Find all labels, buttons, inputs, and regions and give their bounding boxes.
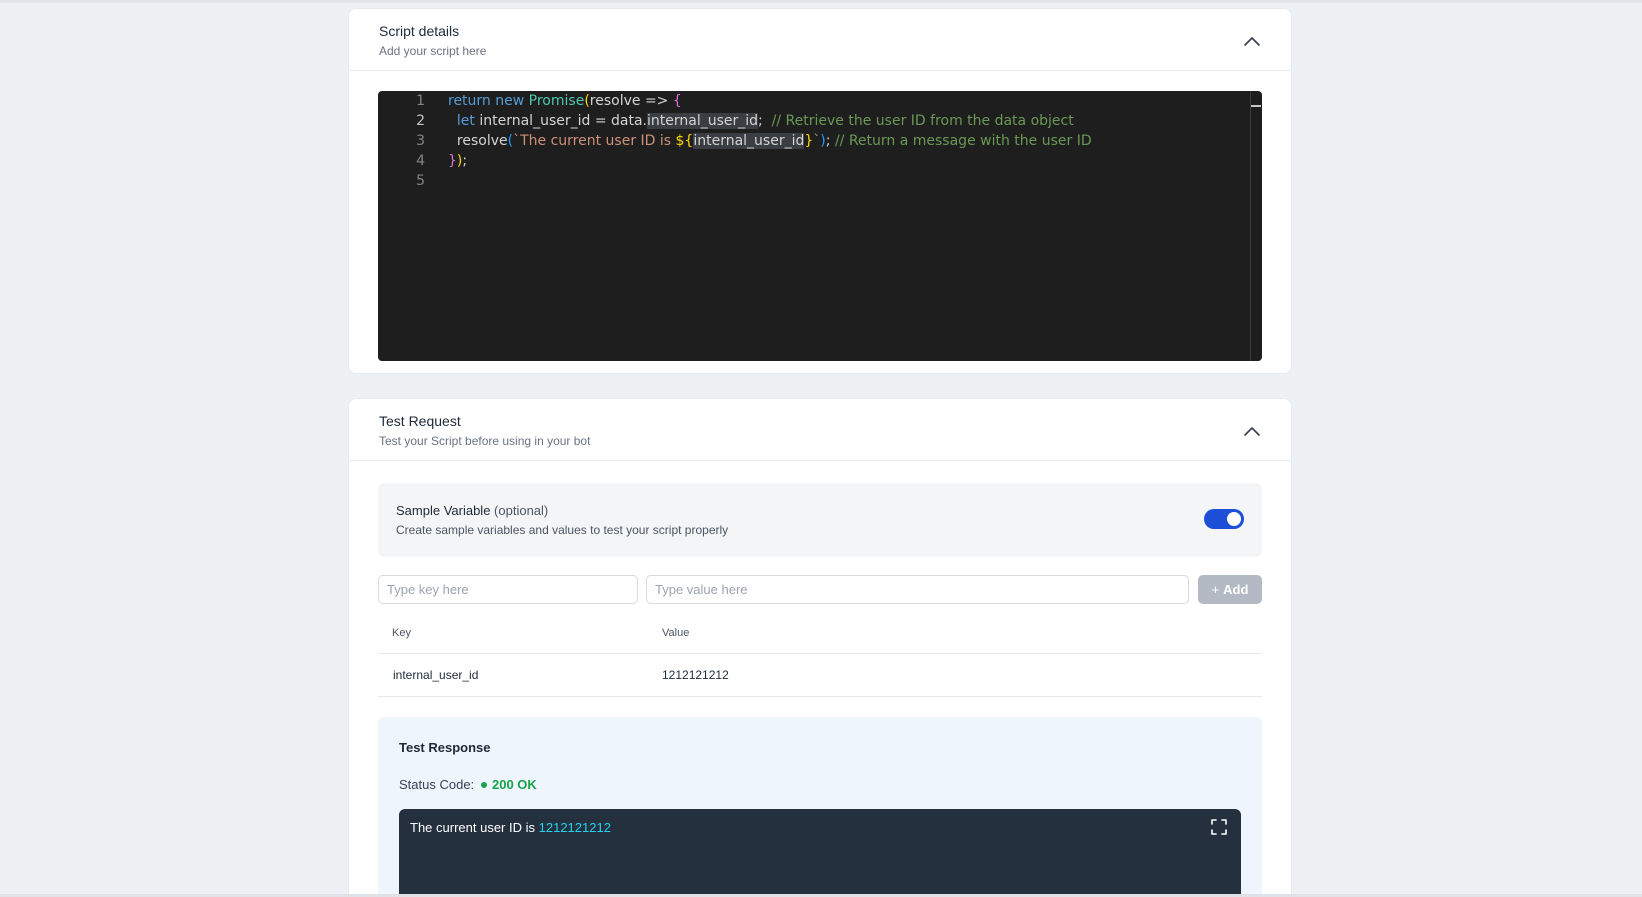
code-brace: {: [672, 93, 682, 109]
expand-icon[interactable]: [1211, 819, 1227, 835]
response-value: 1212121212: [538, 820, 611, 835]
script-details-title: Script details: [379, 23, 460, 39]
line-number: 2: [416, 113, 425, 129]
code-template-open: ${: [675, 133, 694, 149]
value-input[interactable]: [646, 575, 1189, 604]
code-highlight: internal_user_id: [693, 133, 805, 149]
code-line: resolve(`The current user ID is ${intern…: [448, 131, 1092, 151]
response-message: The current user ID is: [410, 820, 535, 835]
code-text: resolve: [456, 133, 508, 149]
code-keyword: return new: [448, 93, 525, 109]
response-output: The current user ID is 1212121212: [399, 809, 1241, 897]
script-details-subtitle: Add your script here: [379, 44, 487, 58]
add-variable-button[interactable]: + Add: [1198, 575, 1262, 604]
top-divider: [0, 0, 1642, 3]
code-string: `The current user ID is: [513, 133, 676, 149]
code-brace: }: [448, 153, 457, 169]
code-template-close: }: [804, 133, 814, 149]
status-code-label: Status Code:: [399, 777, 475, 792]
code-text: ;: [758, 113, 763, 129]
code-text: internal_user_id = data.: [474, 113, 648, 129]
test-response-panel: Test Response Status Code: 200 OK The cu…: [378, 717, 1262, 897]
test-request-card: Test Request Test your Script before usi…: [348, 398, 1292, 897]
response-output-text: The current user ID is 1212121212: [410, 820, 611, 835]
chevron-up-icon[interactable]: [1241, 420, 1263, 442]
editor-scroll-thumb[interactable]: [1251, 105, 1261, 107]
line-number: 5: [416, 173, 425, 189]
test-request-title: Test Request: [379, 413, 461, 429]
sample-variable-subtitle: Create sample variables and values to te…: [396, 523, 729, 537]
test-request-subtitle: Test your Script before using in your bo…: [379, 434, 591, 448]
code-line: return new Promise(resolve => {: [448, 91, 1092, 111]
add-label: Add: [1223, 582, 1249, 597]
row-key: internal_user_id: [393, 668, 479, 682]
sample-variable-label: Sample Variable: [396, 503, 491, 518]
plus-icon: +: [1211, 582, 1220, 597]
code-text: ;: [462, 153, 468, 169]
line-number: 1: [416, 93, 425, 109]
row-value: 1212121212: [662, 668, 729, 682]
code-keyword: let: [456, 113, 475, 129]
code-line: let internal_user_id = data.internal_use…: [448, 111, 1092, 131]
code-text: resolve =>: [589, 93, 669, 109]
status-code-value: 200 OK: [492, 777, 537, 792]
code-comment: // Retrieve the user ID from the data ob…: [771, 113, 1074, 129]
line-number: 3: [416, 133, 425, 149]
code-content[interactable]: return new Promise(resolve => { let inte…: [448, 91, 1092, 191]
column-value: Value: [662, 627, 690, 639]
line-number-gutter: 1 2 3 4 5: [378, 91, 438, 191]
optional-label: (optional): [494, 503, 549, 518]
test-response-title: Test Response: [399, 740, 491, 755]
chevron-up-icon[interactable]: [1241, 30, 1263, 52]
code-editor[interactable]: 1 2 3 4 5 return new Promise(resolve => …: [378, 91, 1262, 361]
sample-variable-title: Sample Variable (optional): [396, 503, 548, 518]
status-dot-icon: [481, 782, 487, 788]
script-details-header[interactable]: Script details Add your script here: [349, 9, 1291, 71]
editor-scrollbar[interactable]: [1250, 91, 1262, 361]
sample-variable-toggle[interactable]: [1204, 509, 1244, 529]
script-details-card: Script details Add your script here 1 2 …: [348, 8, 1292, 374]
code-line: });: [448, 151, 1092, 171]
code-highlight: internal_user_id: [647, 113, 759, 129]
test-request-header[interactable]: Test Request Test your Script before usi…: [349, 399, 1291, 461]
table-row[interactable]: internal_user_id 1212121212: [378, 654, 1262, 697]
code-class: Promise: [528, 93, 585, 109]
variables-table-header: Key Value: [378, 612, 1262, 654]
code-text: ;: [825, 133, 831, 149]
sample-variable-panel: Sample Variable (optional) Create sample…: [378, 483, 1262, 557]
toggle-knob: [1227, 512, 1241, 526]
key-input[interactable]: [378, 575, 638, 604]
line-number: 4: [416, 153, 425, 169]
column-key: Key: [392, 627, 411, 639]
code-comment: // Return a message with the user ID: [834, 133, 1092, 149]
